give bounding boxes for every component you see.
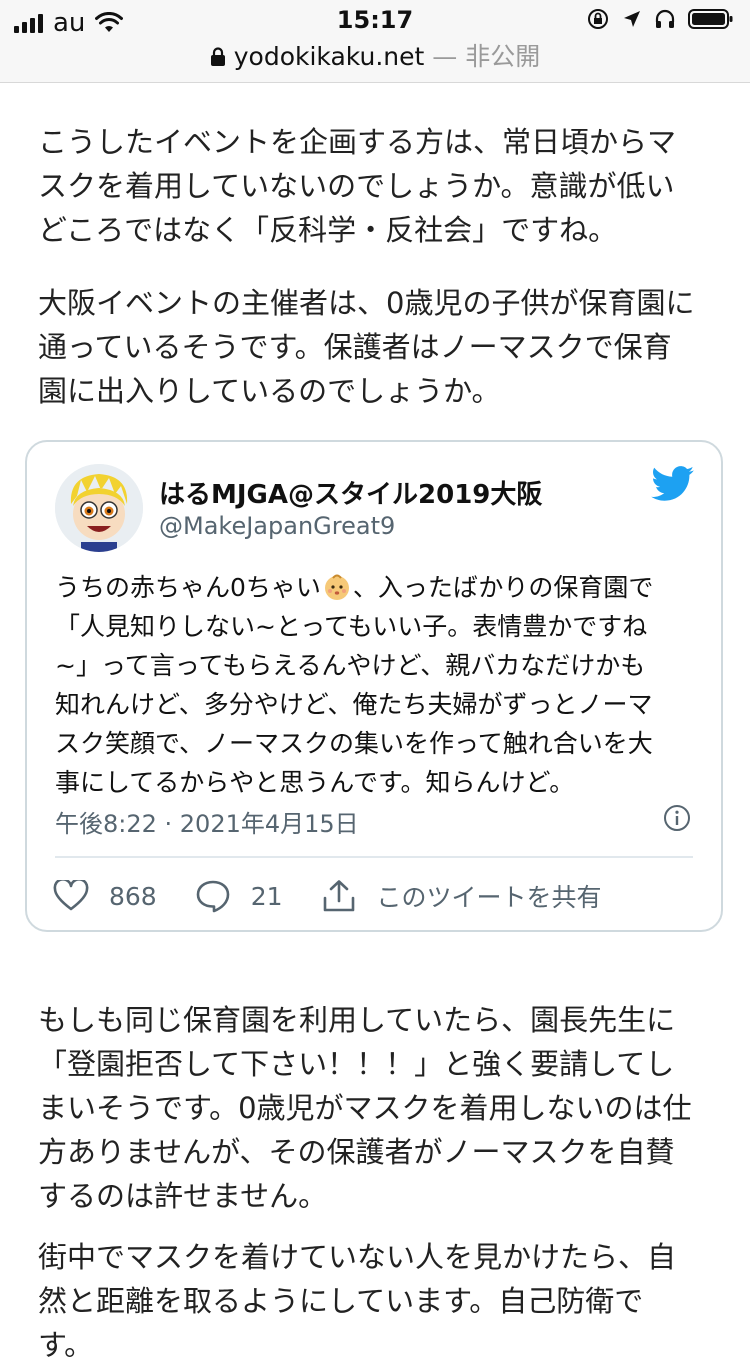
baby-emoji-icon [324, 574, 349, 600]
headphones-icon [655, 9, 675, 28]
share-tweet-button[interactable]: このツイートを共有 [321, 878, 602, 914]
tweet-text-rest: 、入ったばかりの保育園で 「人見知りしない~とってもいい子。表情豊かですね ~」… [55, 573, 654, 797]
tweet-divider [55, 856, 693, 858]
status-bar: au 15:17 [0, 0, 750, 42]
share-label: このツイートを共有 [376, 883, 602, 912]
reply-bubble-icon [196, 880, 230, 913]
reply-count: 21 [250, 881, 283, 911]
article-paragraph: 街中でマスクを着けていない人を見かけたら、自 然と距離を取るようにしています。自… [38, 1240, 677, 1362]
privacy-label: — 非公開 [424, 42, 541, 71]
article-paragraph: 大阪イベントの主催者は、0歳児の子供が保育園に 通っているそうです。保護者はノー… [38, 286, 695, 408]
avatar-image [55, 464, 143, 552]
heart-icon [53, 880, 89, 911]
location-arrow-icon [624, 11, 640, 27]
url-bar[interactable]: yodokikaku.net — 非公開 [0, 42, 750, 83]
tweet-actions: 868 21 このツイートを共有 [53, 878, 640, 914]
like-button[interactable]: 868 [53, 880, 157, 912]
status-right [586, 7, 734, 31]
lock-icon [210, 47, 225, 66]
embedded-tweet[interactable]: はるMJGA@スタイル2019大阪 @MakeJapanGreat9 うちの赤ち… [25, 440, 723, 932]
article-paragraph: こうしたイベントを企画する方は、常日頃からマ スクを着用していないのでしょうか。… [38, 125, 677, 247]
url-host: yodokikaku.net [233, 42, 425, 71]
reply-button[interactable]: 21 [195, 879, 283, 913]
tweet-text-start: うちの赤ちゃん0ちゃい [55, 573, 321, 602]
twitter-bird-icon[interactable] [651, 466, 695, 502]
battery-icon [688, 9, 733, 29]
tweet-author-handle[interactable]: @MakeJapanGreat9 [159, 512, 395, 540]
article-paragraph: もしも同じ保育園を利用していたら、園長先生に 「登園拒否して下さい！！！」と強く… [38, 1003, 692, 1213]
tweet-text: うちの赤ちゃん0ちゃい 、入ったばかりの保育園で 「人見知りしない~とってもいい… [55, 568, 705, 802]
like-count: 868 [109, 881, 157, 911]
avatar[interactable] [55, 464, 143, 552]
info-icon[interactable] [663, 804, 691, 832]
share-icon [323, 880, 354, 912]
rotation-lock-icon [588, 9, 608, 29]
tweet-timestamp[interactable]: 午後8:22 · 2021年4月15日 [55, 804, 359, 839]
tweet-author-name[interactable]: はるMJGA@スタイル2019大阪 [159, 474, 542, 511]
